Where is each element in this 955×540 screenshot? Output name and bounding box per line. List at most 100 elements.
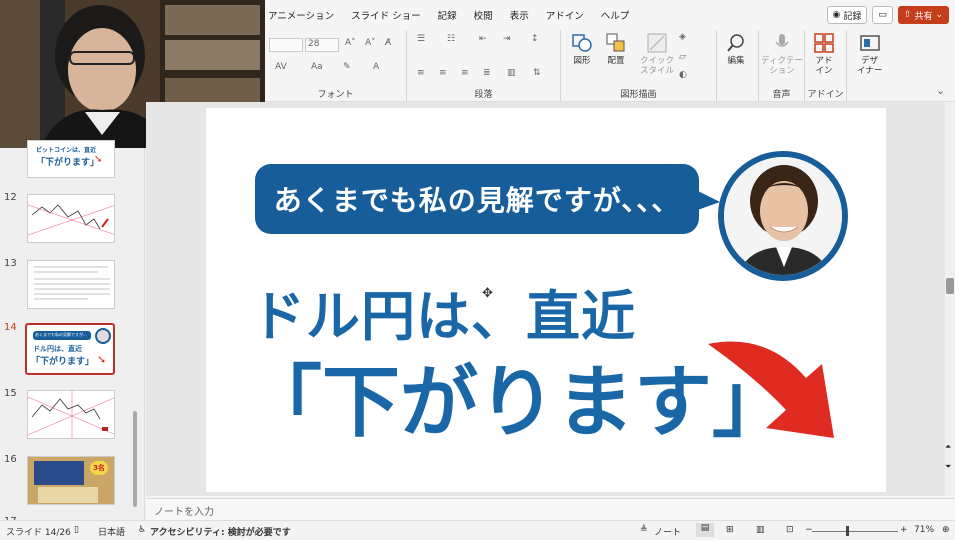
quick-styles-button[interactable]: クイック スタイル — [639, 32, 675, 76]
presenter-portrait — [718, 151, 848, 281]
shapes-button[interactable]: 図形 — [571, 32, 593, 66]
tab-addins[interactable]: アドイン — [546, 8, 584, 22]
ribbon-collapse-icon[interactable]: ⌄ — [936, 84, 945, 97]
zoom-slider-handle[interactable] — [846, 526, 849, 536]
arrange-label: 配置 — [607, 56, 625, 66]
previous-slide-icon[interactable]: ⏶ — [945, 442, 951, 452]
highlight-icon[interactable]: ✎ — [343, 62, 351, 72]
change-case-icon[interactable]: Aa — [311, 62, 323, 72]
bullets-icon[interactable]: ☰ — [417, 34, 425, 44]
align-left-icon[interactable]: ≡ — [417, 68, 425, 78]
slide-thumbnail-14[interactable]: あくまでも私の見解ですが... ドル円は、直近 「下がります」 ➘ — [25, 323, 115, 375]
indent-icon[interactable]: ⇤ — [479, 34, 487, 44]
scrollbar-thumb[interactable] — [946, 278, 954, 294]
editing-group: 編集 — [717, 30, 759, 102]
thumb-11-caption: ビットコインは、直近 — [36, 147, 97, 154]
columns-icon[interactable]: ▥ — [507, 68, 516, 78]
text-direction-icon[interactable]: ⇅ — [533, 68, 541, 78]
arrange-icon — [606, 33, 625, 52]
justify-icon[interactable]: ≣ — [483, 68, 491, 78]
zoom-in-icon[interactable]: + — [900, 525, 908, 535]
grid-icon — [814, 33, 834, 53]
text-thumbnail-image — [34, 266, 110, 300]
bubble-text: あくまでも私の見解ですが、、、 — [273, 184, 681, 217]
arrow-icon: ➘ — [97, 353, 107, 366]
addins-group-label: アドイン — [807, 90, 844, 100]
align-center-icon[interactable]: ≡ — [439, 68, 447, 78]
drawing-group-label: 図形描画 — [620, 90, 657, 100]
thumbnail-scrollbar[interactable] — [133, 411, 137, 507]
outdent-icon[interactable]: ⇥ — [503, 34, 511, 44]
font-size-box[interactable]: 28 — [305, 38, 339, 52]
slide-sorter-icon[interactable]: ⊞ — [726, 525, 734, 535]
dictate-label: ディクテー ション — [761, 56, 803, 76]
zoom-slider[interactable] — [812, 531, 898, 532]
designer-label: デザ イナー — [857, 56, 883, 76]
designer-icon — [859, 35, 880, 51]
language-indicator[interactable]: 日本語 — [98, 525, 125, 538]
tab-review[interactable]: 校閲 — [474, 8, 493, 22]
slide-counter: スライド 14/26 — [6, 528, 71, 538]
chart-thumbnail-image — [28, 204, 114, 236]
quick-styles-label: クイック スタイル — [639, 56, 674, 76]
tab-slideshow[interactable]: スライド ショー — [351, 8, 421, 22]
grow-font-icon[interactable]: A˄ — [345, 38, 356, 48]
share-label: 共有 — [914, 11, 933, 22]
badge: 3名 — [90, 461, 108, 475]
avatar — [95, 328, 111, 344]
record-button[interactable]: ◉ 記録 — [826, 6, 868, 24]
comments-button[interactable]: ▭ — [872, 6, 893, 24]
tab-help[interactable]: ヘルプ — [601, 8, 630, 22]
effects-icon[interactable]: ◐ — [679, 70, 687, 80]
normal-view-icon[interactable]: ▤ — [696, 523, 714, 537]
zoom-level[interactable]: 71% — [914, 525, 934, 535]
spellcheck-icon[interactable]: ▯ — [74, 525, 79, 535]
font-group-label: フォント — [317, 90, 354, 100]
accessibility-status[interactable]: アクセシビリティ: 検討が必要です — [150, 525, 291, 538]
slide-number-14: 14 — [4, 322, 17, 333]
notes-toggle[interactable]: ノート — [654, 525, 681, 538]
outline-icon[interactable]: ▱ — [679, 52, 686, 62]
down-arrow-icon — [708, 341, 834, 438]
dictate-button[interactable]: ディクテー ション — [761, 32, 803, 76]
align-right-icon[interactable]: ≡ — [461, 68, 469, 78]
addins-button[interactable]: アド イン — [813, 32, 835, 76]
line-spacing-icon[interactable]: ↕ — [531, 34, 539, 44]
edit-button[interactable]: 編集 — [725, 32, 747, 66]
slide-thumbnail-15[interactable] — [27, 390, 115, 439]
arrange-button[interactable]: 配置 — [605, 32, 627, 66]
fit-to-window-icon[interactable]: ⊕ — [942, 525, 950, 535]
fill-icon[interactable]: ◈ — [679, 32, 686, 42]
share-button[interactable]: ⇧ 共有 ⌄ — [897, 6, 949, 24]
shrink-font-icon[interactable]: A˅ — [365, 38, 376, 48]
font-color-icon[interactable]: A — [373, 62, 379, 72]
slide-thumbnail-12[interactable] — [27, 194, 115, 243]
record-icon: ◉ — [832, 10, 841, 20]
designer-button[interactable]: デザ イナー — [857, 32, 882, 76]
reading-view-icon[interactable]: ▥ — [756, 525, 765, 535]
slide-thumbnail-13[interactable] — [27, 260, 115, 309]
slideshow-icon[interactable]: ⊡ — [786, 525, 794, 535]
font-name-box[interactable] — [269, 38, 303, 52]
vertical-scrollbar[interactable]: ⏶ ⏷ — [945, 102, 955, 496]
slide-thumbnail-11[interactable]: ビットコインは、直近 「下がります」 ➘ — [27, 140, 115, 178]
char-spacing-icon[interactable]: AV — [275, 62, 287, 72]
addins-group: アド イン アドイン — [805, 30, 847, 102]
tab-view[interactable]: 表示 — [510, 8, 529, 22]
paragraph-group-label: 段落 — [474, 90, 493, 100]
arrow-icon: ➘ — [94, 154, 103, 165]
next-slide-icon[interactable]: ⏷ — [945, 462, 951, 472]
thumb-14-caption: あくまでも私の見解ですが... — [35, 332, 87, 337]
tab-animations[interactable]: アニメーション — [268, 8, 334, 22]
notes-field[interactable]: ノートを入力 — [146, 498, 955, 520]
zoom-out-icon[interactable]: − — [805, 525, 813, 535]
slide-thumbnail-16[interactable]: 3名 — [27, 456, 115, 505]
numbering-icon[interactable]: ☷ — [447, 34, 455, 44]
tab-record[interactable]: 記録 — [438, 8, 457, 22]
shapes-label: 図形 — [573, 56, 591, 66]
chevron-down-icon: ⌄ — [935, 10, 943, 20]
menu-tabs: アニメーション スライド ショー 記録 校閲 表示 アドイン ヘルプ — [268, 0, 646, 30]
current-slide[interactable]: あくまでも私の見解ですが、、、 ドル円は、直近 「下がります」 ✥ — [206, 108, 886, 492]
clear-format-icon[interactable]: A̸ — [385, 38, 391, 48]
notes-icon: ≜ — [640, 525, 648, 535]
